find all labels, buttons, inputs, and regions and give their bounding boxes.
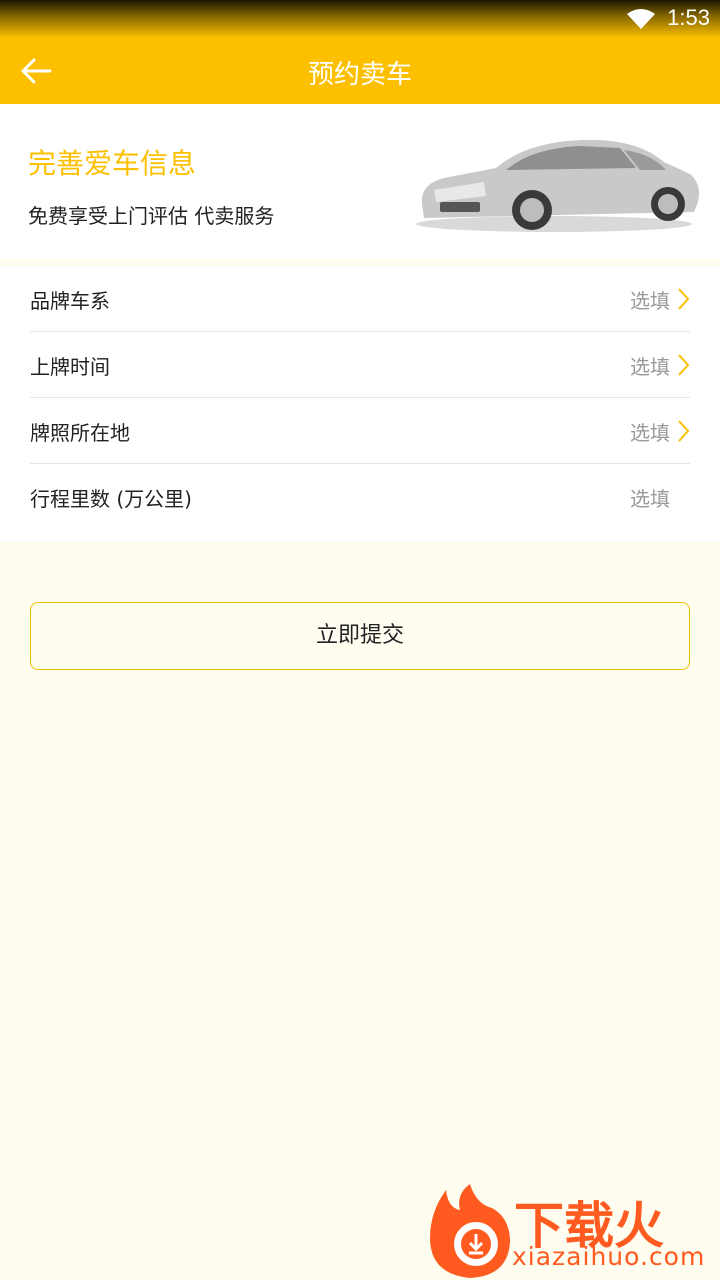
chevron-right-icon (678, 420, 690, 442)
car-illustration (416, 139, 699, 232)
registration-date-row[interactable]: 上牌时间 选填 (30, 332, 690, 398)
car-info-form: 品牌车系 选填 上牌时间 选填 牌照所在地 选填 行程里数 (万公里) 选填 (0, 266, 720, 542)
brand-series-label: 品牌车系 (30, 289, 110, 313)
wifi-icon (627, 9, 655, 29)
chevron-right-icon (678, 354, 690, 376)
mileage-value[interactable]: 选填 (630, 483, 670, 512)
plate-location-value: 选填 (630, 421, 670, 445)
registration-date-label: 上牌时间 (30, 355, 110, 379)
page-title: 预约卖车 (307, 60, 412, 90)
brand-series-value: 选填 (630, 289, 670, 313)
submit-button[interactable]: 立即提交 (30, 602, 690, 670)
chevron-right-icon (678, 288, 690, 310)
status-bar: 1:53 (0, 0, 720, 38)
banner-subline: 免费享受上门评估 代卖服务 (28, 204, 275, 228)
banner-headline: 完善爱车信息 (28, 147, 197, 180)
mileage-label: 行程里数 (万公里) (30, 487, 192, 511)
plate-location-label: 牌照所在地 (30, 421, 130, 445)
brand-series-row[interactable]: 品牌车系 选填 (30, 266, 690, 332)
flame-download-icon (430, 1184, 510, 1278)
registration-date-value: 选填 (630, 355, 670, 379)
watermark-logo: 下载火 xiazaihuo.com (424, 1182, 720, 1280)
plate-location-row[interactable]: 牌照所在地 选填 (30, 398, 690, 464)
app-bar: 预约卖车 (0, 38, 720, 104)
status-time: 1:53 (667, 5, 710, 30)
info-banner: 完善爱车信息 免费享受上门评估 代卖服务 (0, 104, 720, 258)
watermark-domain: xiazaihuo.com (512, 1242, 706, 1271)
mileage-row[interactable]: 行程里数 (万公里) 选填 (30, 464, 690, 530)
